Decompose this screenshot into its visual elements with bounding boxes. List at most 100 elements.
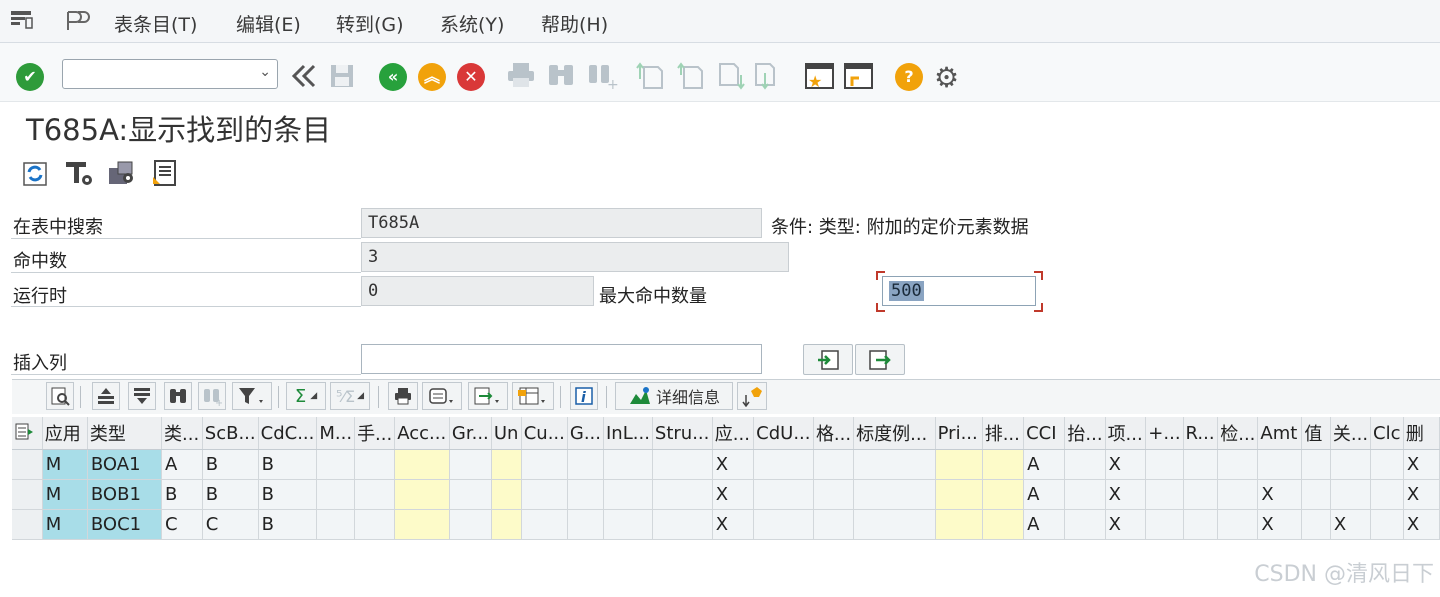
table-cell[interactable]: [753, 449, 814, 480]
max-hits-input[interactable]: 500: [882, 276, 1036, 306]
table-cell[interactable]: [935, 449, 983, 480]
table-cell[interactable]: X: [712, 449, 755, 480]
table-cell[interactable]: [394, 509, 450, 540]
table-cell[interactable]: X: [712, 509, 755, 540]
table-cell[interactable]: C: [202, 509, 259, 540]
column-header[interactable]: 关...: [1330, 417, 1372, 450]
enter-icon[interactable]: ✔: [16, 63, 44, 91]
column-header[interactable]: Acc...: [394, 417, 450, 450]
table-cell[interactable]: X: [1105, 449, 1147, 480]
column-header[interactable]: 手...: [354, 417, 396, 450]
insert-column-input[interactable]: [361, 344, 762, 374]
chevron-down-icon[interactable]: ⌄: [259, 64, 271, 80]
cancel-icon[interactable]: ✕: [457, 63, 485, 91]
table-cell[interactable]: A: [1023, 509, 1066, 540]
table-cell[interactable]: [1145, 479, 1184, 510]
column-header[interactable]: Un: [491, 417, 522, 450]
table-row[interactable]: M BOB1 B B B X A X X X: [12, 479, 1440, 510]
table-row[interactable]: M BOA1 A B B X A X X: [12, 449, 1440, 480]
table-cell[interactable]: [982, 509, 1025, 540]
next-page-icon[interactable]: [716, 61, 746, 91]
table-cell[interactable]: M: [42, 509, 88, 540]
table-cell[interactable]: [1301, 479, 1331, 510]
views-icon[interactable]: [422, 382, 462, 410]
sum-icon[interactable]: Σ ◢: [286, 382, 326, 410]
column-header[interactable]: Amt: [1257, 417, 1303, 450]
table-cell[interactable]: B: [161, 479, 203, 510]
table-cell[interactable]: B: [202, 479, 259, 510]
table-cell[interactable]: [652, 449, 713, 480]
table-cell[interactable]: [753, 479, 814, 510]
table-cell[interactable]: [354, 509, 396, 540]
column-header[interactable]: ScB...: [202, 417, 259, 450]
filter-icon[interactable]: [232, 382, 272, 410]
table-cell[interactable]: [491, 509, 522, 540]
details-button[interactable]: 详细信息: [615, 382, 733, 410]
table-cell[interactable]: X: [1257, 509, 1303, 540]
table-cell[interactable]: [1257, 449, 1303, 480]
column-header[interactable]: Stru...: [652, 417, 713, 450]
row-selector[interactable]: [12, 449, 43, 480]
table-cell[interactable]: X: [712, 479, 755, 510]
table-cell[interactable]: [1064, 449, 1106, 480]
table-cell[interactable]: X: [1330, 509, 1372, 540]
table-cell[interactable]: [652, 509, 713, 540]
table-cell[interactable]: [935, 509, 983, 540]
table-cell[interactable]: [652, 479, 713, 510]
table-cell[interactable]: BOC1: [87, 509, 163, 540]
column-header[interactable]: 标度例...: [853, 417, 936, 450]
table-cell[interactable]: [1145, 509, 1184, 540]
column-header[interactable]: 排...: [982, 417, 1025, 450]
column-header[interactable]: 类型: [87, 417, 163, 450]
menu-edit[interactable]: 编辑(E): [236, 10, 301, 37]
column-header[interactable]: 格...: [813, 417, 855, 450]
table-cell[interactable]: [1183, 449, 1219, 480]
sort-descending-icon[interactable]: [128, 382, 156, 410]
table-cell[interactable]: A: [1023, 449, 1066, 480]
table-cell[interactable]: [853, 449, 936, 480]
settings-icon[interactable]: ⚙: [934, 61, 959, 94]
table-cell[interactable]: [1370, 479, 1404, 510]
find-next-icon[interactable]: +: [198, 382, 226, 410]
find-next-icon[interactable]: +: [586, 61, 618, 91]
column-header[interactable]: 应...: [712, 417, 755, 450]
row-selector[interactable]: [12, 479, 43, 510]
table-cell[interactable]: [1064, 509, 1106, 540]
table-cell[interactable]: [567, 509, 605, 540]
table-cell[interactable]: X: [1403, 479, 1440, 510]
column-header[interactable]: M...: [316, 417, 356, 450]
table-cell[interactable]: [1217, 509, 1259, 540]
table-cell[interactable]: [521, 449, 568, 480]
menu-help[interactable]: 帮助(H): [541, 10, 608, 37]
table-cell[interactable]: [449, 449, 492, 480]
find-icon[interactable]: [546, 61, 576, 89]
last-page-icon[interactable]: [752, 61, 782, 91]
table-contents-icon[interactable]: [150, 158, 180, 188]
table-cell[interactable]: [813, 509, 855, 540]
table-cell[interactable]: B: [202, 449, 259, 480]
create-session-icon[interactable]: ★: [804, 61, 836, 91]
layout-menu-icon[interactable]: [64, 9, 90, 37]
table-cell[interactable]: BOA1: [87, 449, 163, 480]
table-cell[interactable]: B: [258, 509, 318, 540]
column-header[interactable]: 值: [1301, 417, 1331, 450]
exit-icon[interactable]: ︽: [418, 63, 446, 91]
table-cell[interactable]: [521, 479, 568, 510]
table-cell[interactable]: [491, 479, 522, 510]
table-cell[interactable]: [354, 479, 396, 510]
subtotal-icon[interactable]: ⁵⁄Σ ◢: [330, 382, 370, 410]
save-icon[interactable]: [326, 61, 358, 91]
table-cell[interactable]: [1330, 479, 1372, 510]
table-cell[interactable]: [813, 479, 855, 510]
table-cell[interactable]: [1183, 479, 1219, 510]
sort-down-icon[interactable]: [737, 382, 767, 410]
table-cell[interactable]: [1370, 509, 1404, 540]
table-cell[interactable]: [982, 449, 1025, 480]
table-row[interactable]: M BOC1 C C B X A X X X X: [12, 509, 1440, 540]
table-cell[interactable]: X: [1105, 509, 1147, 540]
command-field[interactable]: ⌄: [62, 59, 278, 89]
print-icon[interactable]: [388, 382, 418, 410]
export-icon[interactable]: [468, 382, 508, 410]
first-page-icon[interactable]: [636, 61, 666, 91]
column-header[interactable]: R...: [1183, 417, 1219, 450]
